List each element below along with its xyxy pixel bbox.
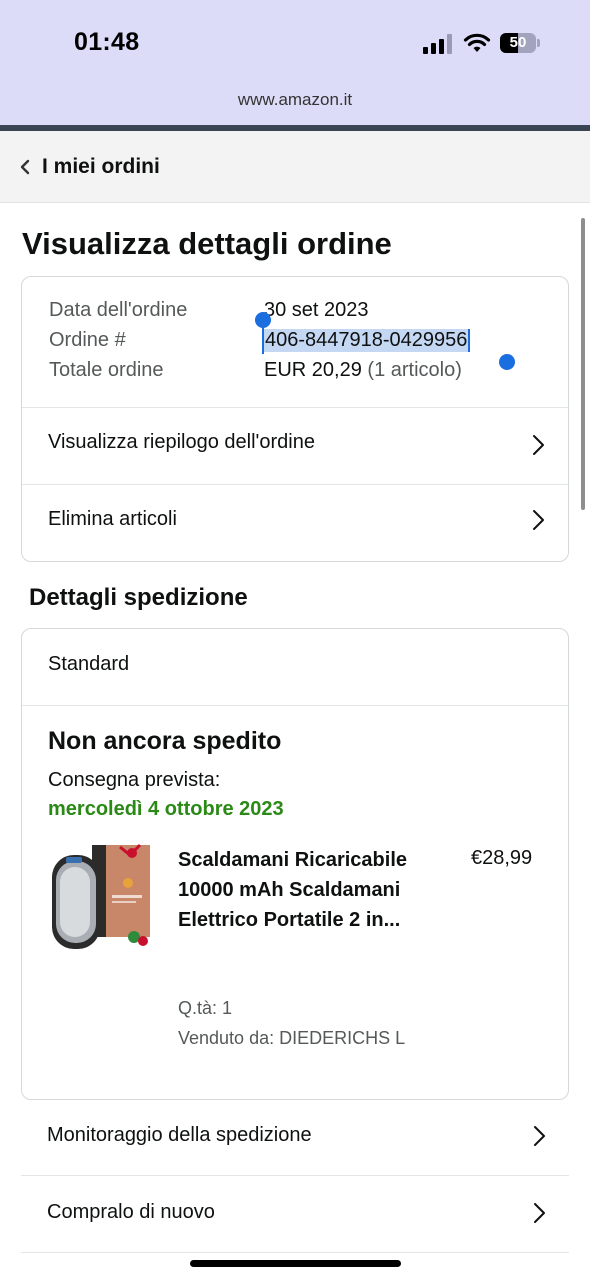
chevron-right-icon xyxy=(534,1203,545,1223)
view-order-summary-label: Visualizza riepilogo dell'ordine xyxy=(48,431,315,453)
order-item-count: (1 articolo) xyxy=(367,359,462,381)
shipment-card: Standard Non ancora spedito Consegna pre… xyxy=(21,628,569,1100)
chevron-right-icon xyxy=(533,435,544,455)
battery-level: 50 xyxy=(509,34,527,51)
back-navigation[interactable]: I miei ordini xyxy=(0,131,590,203)
selection-end-handle[interactable] xyxy=(499,354,515,370)
chevron-right-icon xyxy=(533,510,544,530)
home-indicator[interactable] xyxy=(190,1260,401,1267)
cellular-signal-icon xyxy=(423,34,453,54)
product-title[interactable]: Scaldamani Ricaricabile 10000 mAh Scalda… xyxy=(178,845,408,935)
status-bar: 01:48 50 www.amazon.it xyxy=(0,0,590,125)
scrollbar[interactable] xyxy=(581,218,585,510)
address-bar-url[interactable]: www.amazon.it xyxy=(0,90,590,110)
battery-icon: 50 xyxy=(500,33,540,53)
selection-start-stem xyxy=(262,322,264,354)
page-title: Visualizza dettagli ordine xyxy=(22,226,392,261)
shipping-method: Standard xyxy=(48,653,130,675)
expected-delivery-label: Consegna prevista: xyxy=(48,769,221,791)
delete-items-link[interactable]: Elimina articoli xyxy=(22,484,568,560)
order-total-value-wrap: EUR 20,29 (1 articolo) xyxy=(264,359,462,382)
order-summary-card: Data dell'ordine 30 set 2023 Ordine # 40… xyxy=(21,276,569,562)
track-shipment-link[interactable]: Monitoraggio della spedizione xyxy=(21,1100,569,1176)
buy-again-link[interactable]: Compralo di nuovo xyxy=(21,1177,569,1253)
buy-again-label: Compralo di nuovo xyxy=(47,1201,215,1223)
status-time: 01:48 xyxy=(74,28,140,56)
view-order-summary-link[interactable]: Visualizza riepilogo dell'ordine xyxy=(22,407,568,483)
back-link-label[interactable]: I miei ordini xyxy=(42,155,160,179)
hand-warmer-product-image[interactable] xyxy=(48,841,152,953)
wifi-icon xyxy=(463,33,491,52)
order-number-label: Ordine # xyxy=(49,329,126,351)
chevron-right-icon xyxy=(534,1126,545,1146)
shipping-section-title: Dettagli spedizione xyxy=(29,584,248,611)
expected-delivery-date: mercoledì 4 ottobre 2023 xyxy=(48,798,284,820)
order-date-value: 30 set 2023 xyxy=(264,299,369,321)
chevron-left-icon xyxy=(20,159,30,175)
order-total-value: EUR 20,29 xyxy=(264,359,362,381)
product-price: €28,99 xyxy=(471,847,533,869)
product-quantity: Q.tà: 1 xyxy=(178,998,233,1018)
product-seller: Venduto da: DIEDERICHS L xyxy=(178,1028,406,1048)
order-date-label: Data dell'ordine xyxy=(49,299,188,321)
track-shipment-label: Monitoraggio della spedizione xyxy=(47,1124,312,1146)
shipment-status: Non ancora spedito xyxy=(48,727,282,755)
order-total-label: Totale ordine xyxy=(49,359,164,381)
order-number-value[interactable]: 406-8447918-0429956 xyxy=(264,329,471,352)
delete-items-label: Elimina articoli xyxy=(48,508,177,530)
divider xyxy=(22,705,568,706)
